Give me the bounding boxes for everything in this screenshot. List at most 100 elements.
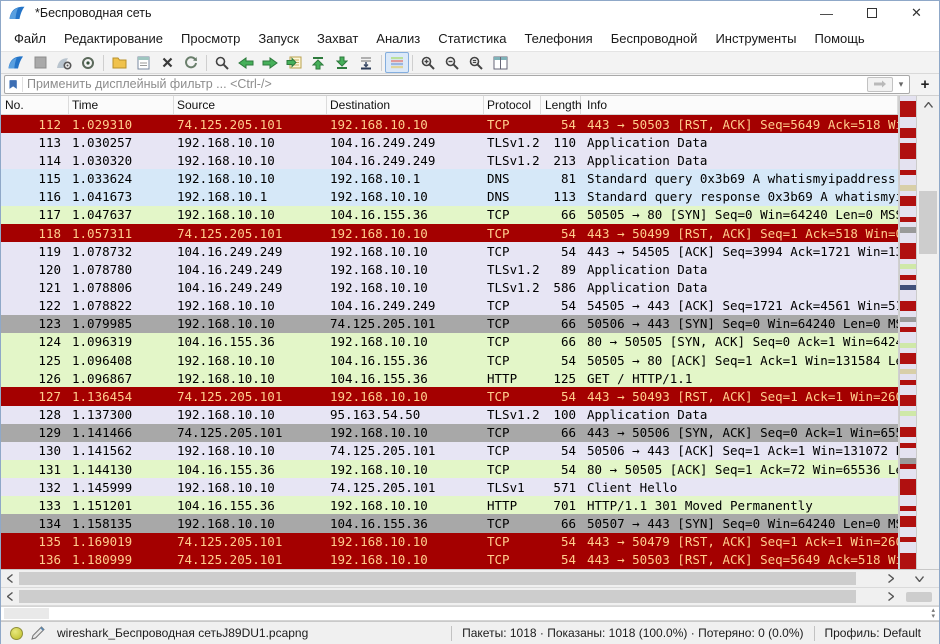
scroll-right-arrow[interactable] xyxy=(882,570,899,587)
column-header-info[interactable]: Info xyxy=(581,96,898,114)
packet-cell-no: 134 xyxy=(1,516,69,531)
packet-row[interactable]: 1271.13645474.125.205.101192.168.10.10TC… xyxy=(1,387,898,405)
stop-capture-icon[interactable] xyxy=(28,52,52,73)
column-header-source[interactable]: Source xyxy=(174,96,327,114)
menu-analyze[interactable]: Анализ xyxy=(367,27,429,50)
go-back-icon[interactable] xyxy=(234,52,258,73)
main-toolbar xyxy=(1,51,939,74)
close-button[interactable]: ✕ xyxy=(894,1,939,25)
packet-row[interactable]: 1191.078732104.16.249.249192.168.10.10TC… xyxy=(1,242,898,260)
resize-columns-icon[interactable] xyxy=(488,52,512,73)
save-file-icon[interactable] xyxy=(131,52,155,73)
packet-cell-src: 192.168.10.10 xyxy=(174,480,327,495)
menu-statistics[interactable]: Статистика xyxy=(429,27,515,50)
horizontal-scroll-thumb[interactable] xyxy=(19,590,856,603)
packet-row[interactable]: 1251.096408192.168.10.10104.16.155.36TCP… xyxy=(1,351,898,369)
reload-file-icon[interactable] xyxy=(179,52,203,73)
column-header-protocol[interactable]: Protocol xyxy=(484,96,541,114)
packet-row[interactable]: 1331.151201104.16.155.36192.168.10.10HTT… xyxy=(1,496,898,514)
pane-spinner[interactable]: ▴▾ xyxy=(931,608,935,620)
packet-row[interactable]: 1201.078780104.16.249.249192.168.10.10TL… xyxy=(1,260,898,278)
colorize-icon[interactable] xyxy=(385,52,409,73)
packet-row[interactable]: 1211.078806104.16.249.249192.168.10.10TL… xyxy=(1,278,898,296)
minimize-button[interactable]: — xyxy=(804,1,849,25)
go-bottom-icon[interactable] xyxy=(330,52,354,73)
horizontal-scrollbar-2[interactable] xyxy=(1,588,939,606)
packet-row[interactable]: 1241.096319104.16.155.36192.168.10.10TCP… xyxy=(1,333,898,351)
packet-row[interactable]: 1311.144130104.16.155.36192.168.10.10TCP… xyxy=(1,460,898,478)
menu-telephony[interactable]: Телефония xyxy=(515,27,601,50)
close-file-icon[interactable] xyxy=(155,52,179,73)
packet-cell-no: 118 xyxy=(1,226,69,241)
scroll-left-arrow[interactable] xyxy=(1,570,18,587)
scroll-left-arrow[interactable] xyxy=(1,588,18,605)
packet-row[interactable]: 1361.18099974.125.205.101192.168.10.10TC… xyxy=(1,551,898,569)
packet-row[interactable]: 1291.14146674.125.205.101192.168.10.10TC… xyxy=(1,424,898,442)
find-packet-icon[interactable] xyxy=(210,52,234,73)
restart-capture-icon[interactable] xyxy=(76,52,100,73)
packet-cell-time: 1.141562 xyxy=(69,443,174,458)
auto-scroll-icon[interactable] xyxy=(354,52,378,73)
packet-row[interactable]: 1121.02931074.125.205.101192.168.10.10TC… xyxy=(1,115,898,133)
horizontal-scroll-thumb[interactable] xyxy=(19,572,856,585)
zoom-normal-icon[interactable] xyxy=(464,52,488,73)
menu-go[interactable]: Запуск xyxy=(249,27,308,50)
add-filter-button[interactable]: + xyxy=(915,75,935,93)
packet-row[interactable]: 1131.030257192.168.10.10104.16.249.249TL… xyxy=(1,133,898,151)
capture-comment-icon[interactable] xyxy=(31,626,45,640)
menu-view[interactable]: Просмотр xyxy=(172,27,249,50)
zoom-in-icon[interactable] xyxy=(416,52,440,73)
packet-row[interactable]: 1221.078822192.168.10.10104.16.249.249TC… xyxy=(1,297,898,315)
corner-scroll-thumb[interactable] xyxy=(906,592,932,602)
menu-capture[interactable]: Захват xyxy=(308,27,367,50)
filter-history-dropdown[interactable]: ▾ xyxy=(895,77,907,92)
resize-grip[interactable] xyxy=(929,622,939,644)
menu-tools[interactable]: Инструменты xyxy=(706,27,805,50)
packet-row[interactable]: 1281.137300192.168.10.1095.163.54.50TLSv… xyxy=(1,406,898,424)
start-capture-icon[interactable] xyxy=(4,52,28,73)
filter-bookmark-icon[interactable] xyxy=(8,77,23,92)
zoom-out-icon[interactable] xyxy=(440,52,464,73)
strip-scroll-thumb[interactable] xyxy=(4,608,49,619)
column-header-length[interactable]: Length xyxy=(541,96,581,114)
packet-row[interactable]: 1161.041673192.168.10.1192.168.10.10DNS1… xyxy=(1,188,898,206)
menu-wireless[interactable]: Беспроводной xyxy=(602,27,707,50)
column-header-no[interactable]: No. xyxy=(1,96,69,114)
column-header-destination[interactable]: Destination xyxy=(327,96,484,114)
open-file-icon[interactable] xyxy=(107,52,131,73)
filter-bar: Применить дисплейный фильтр ... <Ctrl-/>… xyxy=(1,74,939,96)
vertical-scroll-track[interactable] xyxy=(917,113,939,569)
packet-row[interactable]: 1151.033624192.168.10.10192.168.10.1DNS8… xyxy=(1,169,898,187)
display-filter-input[interactable]: Применить дисплейный фильтр ... <Ctrl-/>… xyxy=(4,75,910,94)
packet-row[interactable]: 1181.05731174.125.205.101192.168.10.10TC… xyxy=(1,224,898,242)
menu-file[interactable]: Файл xyxy=(5,27,55,50)
scroll-right-arrow[interactable] xyxy=(882,588,899,605)
go-to-packet-icon[interactable] xyxy=(282,52,306,73)
expert-info-icon[interactable] xyxy=(10,627,23,640)
packet-row[interactable]: 1261.096867192.168.10.10104.16.155.36HTT… xyxy=(1,369,898,387)
packet-row[interactable]: 1301.141562192.168.10.1074.125.205.101TC… xyxy=(1,442,898,460)
packet-row[interactable]: 1231.079985192.168.10.1074.125.205.101TC… xyxy=(1,315,898,333)
profile-selector[interactable]: Профиль: Default xyxy=(817,626,930,640)
go-forward-icon[interactable] xyxy=(258,52,282,73)
horizontal-scrollbar-1[interactable] xyxy=(1,570,939,588)
menu-help[interactable]: Помощь xyxy=(806,27,874,50)
menu-edit[interactable]: Редактирование xyxy=(55,27,172,50)
intelligent-scrollbar-minimap[interactable] xyxy=(899,96,917,569)
packet-row[interactable]: 1171.047637192.168.10.10104.16.155.36TCP… xyxy=(1,206,898,224)
capture-options-icon[interactable] xyxy=(52,52,76,73)
packet-cell-src: 104.16.155.36 xyxy=(174,462,327,477)
column-header-time[interactable]: Time xyxy=(69,96,174,114)
packet-row[interactable]: 1321.145999192.168.10.1074.125.205.101TL… xyxy=(1,478,898,496)
scroll-up-arrow[interactable] xyxy=(917,96,939,113)
scroll-down-arrow[interactable] xyxy=(899,570,939,587)
vertical-scrollbar[interactable] xyxy=(917,96,939,569)
go-top-icon[interactable] xyxy=(306,52,330,73)
maximize-button[interactable] xyxy=(849,1,894,25)
packet-cell-no: 117 xyxy=(1,207,69,222)
packet-row[interactable]: 1141.030320192.168.10.10104.16.249.249TL… xyxy=(1,151,898,169)
apply-filter-button[interactable] xyxy=(867,77,893,92)
packet-row[interactable]: 1341.158135192.168.10.10104.16.155.36TCP… xyxy=(1,514,898,532)
packet-row[interactable]: 1351.16901974.125.205.101192.168.10.10TC… xyxy=(1,533,898,551)
vertical-scroll-thumb[interactable] xyxy=(919,191,937,255)
